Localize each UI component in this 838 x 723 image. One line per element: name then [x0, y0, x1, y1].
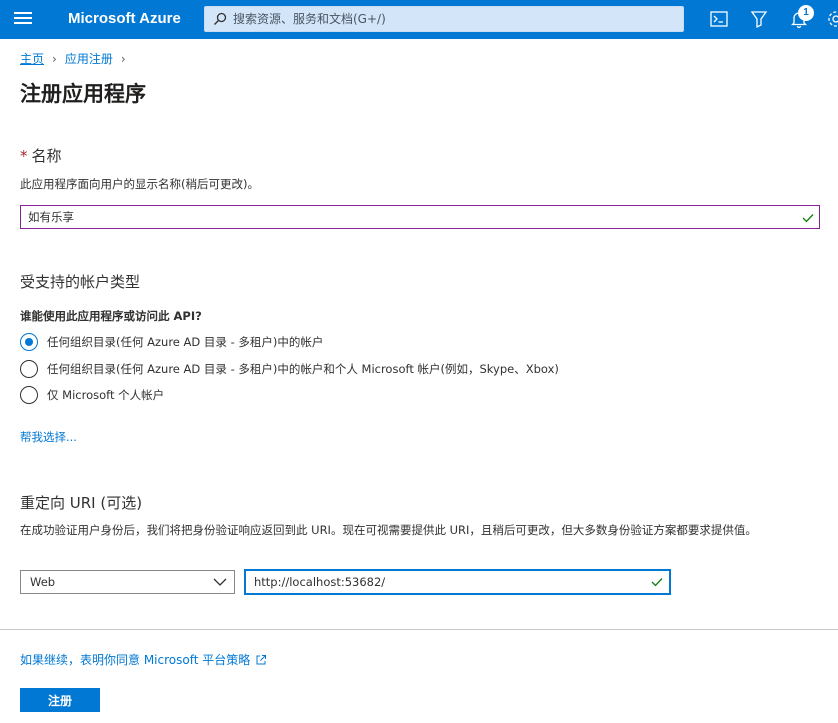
redirect-uri-description: 在成功验证用户身份后，我们将把身份验证响应返回到此 URI。现在可视需要提供此 …: [20, 523, 757, 537]
register-button[interactable]: 注册: [20, 688, 100, 712]
brand-title[interactable]: Microsoft Azure: [68, 10, 181, 27]
radio-label: 仅 Microsoft 个人帐户: [47, 388, 165, 402]
global-search-box[interactable]: [204, 6, 684, 32]
radio-button[interactable]: [20, 386, 38, 404]
chevron-right-icon: ›: [52, 51, 57, 66]
checkmark-icon: [651, 578, 663, 587]
notification-count-badge: 1: [798, 5, 814, 21]
search-icon: [214, 12, 227, 25]
platform-policy-link[interactable]: 如果继续，表明你同意 Microsoft 平台策略: [20, 651, 267, 668]
checkmark-icon: [802, 214, 814, 223]
radio-label: 任何组织目录(任何 Azure AD 目录 - 多租户)中的帐户: [47, 335, 324, 349]
radio-label: 任何组织目录(任何 Azure AD 目录 - 多租户)中的帐户和个人 Micr…: [47, 362, 559, 376]
account-types-question: 谁能使用此应用程序或访问此 API?: [20, 309, 202, 323]
help-me-choose-link[interactable]: 帮我选择...: [20, 429, 77, 445]
settings-gear-icon[interactable]: [826, 9, 838, 29]
required-asterisk: *: [20, 147, 28, 165]
account-option-personal-only[interactable]: 仅 Microsoft 个人帐户: [20, 386, 164, 404]
chevron-right-icon: ›: [120, 51, 126, 66]
name-section-label: 名称: [31, 147, 62, 165]
breadcrumb-home-link[interactable]: 主页: [20, 50, 44, 67]
name-description: 此应用程序面向用户的显示名称(稍后可更改)。: [20, 177, 259, 191]
name-section-title: * 名称: [20, 145, 62, 166]
account-option-multitenant-personal[interactable]: 任何组织目录(任何 Azure AD 目录 - 多租户)中的帐户和个人 Micr…: [20, 360, 559, 378]
platform-policy-text[interactable]: 如果继续，表明你同意 Microsoft 平台策略: [20, 651, 250, 668]
platform-dropdown[interactable]: Web: [20, 570, 235, 594]
account-types-title: 受支持的帐户类型: [20, 273, 141, 291]
global-search-input[interactable]: [233, 9, 673, 29]
directory-filter-icon[interactable]: [749, 9, 769, 29]
app-name-field[interactable]: [20, 205, 820, 229]
breadcrumb-app-registrations-link[interactable]: 应用注册: [65, 50, 113, 67]
top-bar: Microsoft Azure 1: [0, 0, 838, 39]
hamburger-menu-icon[interactable]: [14, 12, 32, 26]
chevron-down-icon: [213, 578, 227, 586]
redirect-uri-field[interactable]: [244, 569, 671, 595]
footer-divider: [0, 629, 838, 630]
breadcrumb: 主页 › 应用注册 ›: [20, 50, 134, 67]
radio-button-selected[interactable]: [20, 333, 38, 351]
app-name-input[interactable]: [28, 209, 788, 225]
page-title: 注册应用程序: [20, 82, 146, 106]
redirect-uri-title: 重定向 URI (可选): [20, 494, 143, 512]
platform-selected-value: Web: [30, 575, 56, 589]
external-link-icon: [256, 654, 267, 664]
account-option-multitenant[interactable]: 任何组织目录(任何 Azure AD 目录 - 多租户)中的帐户: [20, 333, 323, 351]
redirect-uri-input[interactable]: [254, 574, 644, 590]
radio-button[interactable]: [20, 360, 38, 378]
cloud-shell-icon[interactable]: [709, 9, 729, 29]
